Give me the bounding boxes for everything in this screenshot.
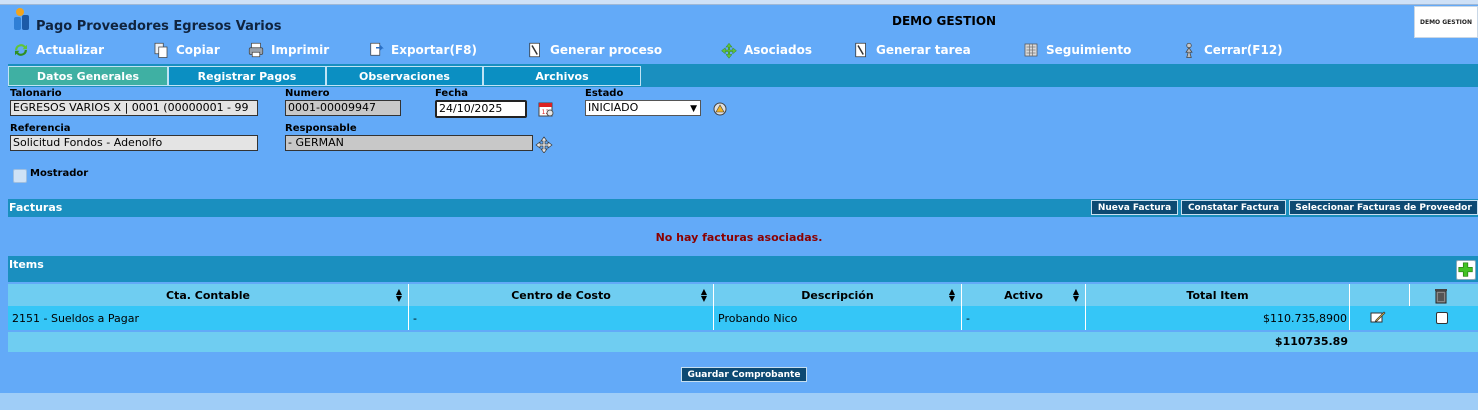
plus-icon: [1458, 262, 1473, 277]
cell-cta-contable: 2151 - Sueldos a Pagar: [8, 306, 409, 330]
cell-centro-costo: -: [409, 306, 714, 330]
trash-icon[interactable]: [1432, 286, 1450, 304]
col-cta-contable-label: Cta. Contable: [165, 288, 250, 302]
no-facturas-message: No hay facturas asociadas.: [655, 231, 823, 244]
row-select-checkbox[interactable]: [1436, 312, 1448, 324]
cerrar-label: Cerrar(F12): [1204, 43, 1283, 57]
app-logo-icon: [12, 7, 32, 31]
tab-observaciones[interactable]: Observaciones: [326, 66, 483, 86]
referencia-input[interactable]: Solicitud Fondos - Adenolfo: [10, 135, 258, 151]
asociados-button[interactable]: Asociados: [720, 41, 812, 59]
asociados-label: Asociados: [744, 43, 812, 57]
exportar-label: Exportar(F8): [391, 43, 477, 57]
copy-icon: [154, 42, 168, 58]
generar-proceso-button[interactable]: Generar proceso: [526, 41, 662, 59]
generar-tarea-button[interactable]: Generar tarea: [852, 41, 971, 59]
actualizar-button[interactable]: Actualizar: [12, 41, 104, 59]
refresh-icon: [15, 44, 27, 56]
responsable-search-icon[interactable]: [535, 135, 553, 154]
sort-icon: ▲ ▼: [1072, 287, 1079, 303]
estado-value: INICIADO: [588, 101, 639, 114]
fecha-input[interactable]: 24/10/2025: [435, 100, 527, 118]
responsable-label: Responsable: [285, 123, 357, 134]
numero-label: Numero: [285, 88, 330, 99]
generar-proceso-label: Generar proceso: [550, 43, 663, 57]
fecha-label: Fecha: [435, 88, 469, 99]
mostrador-label: Mostrador: [30, 168, 89, 179]
copiar-label: Copiar: [176, 43, 220, 57]
cell-activo: -: [962, 306, 1086, 330]
col-edit: [1350, 284, 1410, 306]
process-icon: [529, 42, 540, 58]
estado-settings-icon[interactable]: [711, 100, 729, 118]
tracking-icon: [1024, 43, 1038, 57]
associates-icon: [721, 42, 737, 59]
estado-select[interactable]: INICIADO ▼: [585, 100, 701, 116]
col-descripcion[interactable]: Descripción ▲ ▼: [714, 284, 962, 306]
col-centro-costo[interactable]: Centro de Costo ▲ ▼: [409, 284, 714, 306]
seleccionar-facturas-button[interactable]: Seleccionar Facturas de Proveedor: [1289, 200, 1478, 215]
responsable-field[interactable]: - GERMAN: [285, 135, 533, 151]
copiar-button[interactable]: Copiar: [152, 41, 220, 59]
export-icon: [370, 42, 384, 56]
footer-strip: [0, 393, 1478, 410]
sort-icon: ▲ ▼: [395, 287, 402, 303]
page-title: Pago Proveedores Egresos Varios: [36, 19, 282, 34]
talonario-field[interactable]: EGRESOS VARIOS X | 0001 (00000001 - 99: [10, 100, 258, 116]
printer-icon: [248, 42, 264, 58]
col-cta-contable[interactable]: Cta. Contable ▲ ▼: [8, 284, 409, 306]
items-title: Items: [9, 258, 44, 271]
mostrador-checkbox[interactable]: [13, 169, 27, 183]
chevron-down-icon: ▼: [690, 104, 697, 114]
window-top-border: [0, 0, 1478, 5]
tab-archivos[interactable]: Archivos: [483, 66, 641, 86]
company-name: DEMO GESTION: [892, 14, 997, 28]
seguimiento-button[interactable]: Seguimiento: [1022, 41, 1131, 59]
seguimiento-label: Seguimiento: [1046, 43, 1132, 57]
brand-logo: DEMO GESTION: [1414, 6, 1478, 38]
imprimir-label: Imprimir: [271, 43, 330, 57]
tab-datos-generales[interactable]: Datos Generales: [8, 66, 168, 86]
exportar-button[interactable]: Exportar(F8): [367, 41, 477, 59]
sort-icon: ▲ ▼: [700, 287, 707, 303]
add-item-button[interactable]: [1456, 260, 1476, 280]
task-icon: [855, 42, 866, 58]
cell-descripcion: Probando Nico: [714, 306, 962, 330]
numero-field[interactable]: 0001-00009947: [285, 100, 401, 116]
cell-total-item: $110.735,8900: [1086, 306, 1350, 330]
sort-icon: ▲ ▼: [948, 287, 955, 303]
nueva-factura-button[interactable]: Nueva Factura: [1091, 200, 1178, 215]
imprimir-button[interactable]: Imprimir: [247, 41, 329, 59]
col-centro-costo-label: Centro de Costo: [511, 288, 611, 302]
edit-icon[interactable]: [1370, 309, 1386, 325]
exit-icon: [1185, 42, 1193, 58]
items-section-bar: Items: [8, 256, 1478, 282]
col-total-item: Total Item: [1086, 284, 1350, 306]
col-activo[interactable]: Activo ▲ ▼: [962, 284, 1086, 306]
calendar-icon[interactable]: 12: [537, 100, 555, 118]
col-total-item-label: Total Item: [1186, 288, 1249, 302]
guardar-comprobante-button[interactable]: Guardar Comprobante: [681, 367, 807, 382]
grand-total: $110735.89: [1274, 335, 1348, 348]
cerrar-button[interactable]: Cerrar(F12): [1180, 41, 1283, 59]
tab-registrar-pagos[interactable]: Registrar Pagos: [168, 66, 326, 86]
estado-label: Estado: [585, 88, 624, 99]
col-activo-label: Activo: [1004, 288, 1043, 302]
actualizar-label: Actualizar: [36, 43, 105, 57]
referencia-label: Referencia: [10, 123, 71, 134]
generar-tarea-label: Generar tarea: [876, 43, 971, 57]
facturas-title: Facturas: [9, 201, 63, 214]
constatar-factura-button[interactable]: Constatar Factura: [1181, 200, 1286, 215]
talonario-label: Talonario: [10, 88, 62, 99]
col-descripcion-label: Descripción: [801, 288, 874, 302]
